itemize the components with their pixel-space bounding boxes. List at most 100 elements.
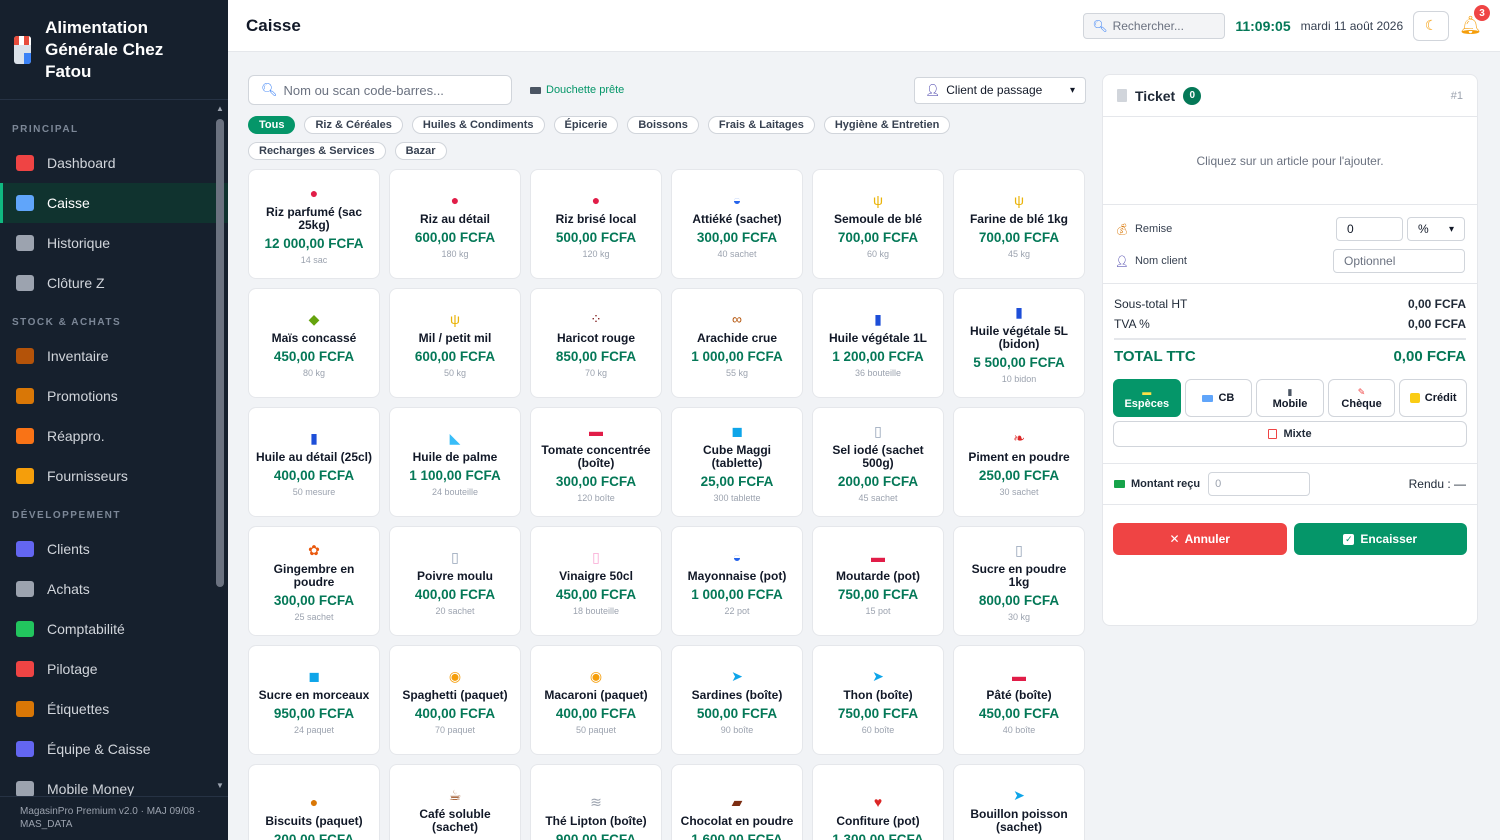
- client-select[interactable]: 👤︎ Client de passage ▾: [914, 76, 1086, 104]
- cube-icon: ◼: [731, 423, 743, 439]
- product-name: Huile de palme: [412, 449, 498, 464]
- product-card[interactable]: ▰ Chocolat en poudre 1 600,00 FCFA: [671, 764, 803, 840]
- product-card[interactable]: ➤ Sardines (boîte) 500,00 FCFA 90 boîte: [671, 645, 803, 755]
- product-name: Sucre en morceaux: [258, 687, 370, 702]
- category-chip[interactable]: Hygiène & Entretien: [823, 116, 951, 134]
- product-card[interactable]: ● Riz brisé local 500,00 FCFA 120 kg: [530, 169, 662, 279]
- remise-unit-select[interactable]: % ▾: [1407, 217, 1465, 241]
- scroll-down-icon[interactable]: ▼: [216, 782, 224, 790]
- product-card[interactable]: ▬ Moutarde (pot) 750,00 FCFA 15 pot: [812, 526, 944, 636]
- sidebar-item-historique[interactable]: Historique: [0, 223, 228, 263]
- sidebar-item-caisse[interactable]: Caisse: [0, 183, 228, 223]
- product-card[interactable]: ▬ Pâté (boîte) 450,00 FCFA 40 boîte: [953, 645, 1085, 755]
- product-price: 5 500,00 FCFA: [973, 355, 1065, 370]
- product-card[interactable]: ▯ Sel iodé (sachet 500g) 200,00 FCFA 45 sac…: [812, 407, 944, 517]
- chart-icon: [16, 155, 34, 171]
- product-card[interactable]: ▯ Vinaigre 50cl 450,00 FCFA 18 bouteille: [530, 526, 662, 636]
- scan-input[interactable]: 🔍︎ Nom ou scan code-barres...: [248, 75, 512, 105]
- sidebar-item-r-appro-[interactable]: Réappro.: [0, 416, 228, 456]
- product-price: 1 100,00 FCFA: [409, 467, 501, 483]
- search-input[interactable]: 🔍︎ Rechercher...: [1083, 12, 1226, 39]
- category-chip[interactable]: Épicerie: [553, 116, 619, 134]
- product-card[interactable]: ◒ Mayonnaise (pot) 1 000,00 FCFA 22 pot: [671, 526, 803, 636]
- product-card[interactable]: ➤ Thon (boîte) 750,00 FCFA 60 boîte: [812, 645, 944, 755]
- product-card[interactable]: ▯ Sucre en poudre 1kg 800,00 FCFA 30 kg: [953, 526, 1085, 636]
- product-stock: 45 sachet: [858, 493, 898, 503]
- product-price: 700,00 FCFA: [978, 229, 1060, 245]
- sidebar-item--tiquettes[interactable]: Étiquettes: [0, 689, 228, 729]
- checkout-button[interactable]: ✓ Encaisser: [1293, 523, 1467, 555]
- product-card[interactable]: ▮ Huile végétale 5L (bidon) 5 500,00 FCFA 1…: [953, 288, 1085, 398]
- product-card[interactable]: ▬ Tomate concentrée (boîte) 300,00 FCFA 120…: [530, 407, 662, 517]
- category-chip[interactable]: Huiles & Condiments: [411, 116, 545, 134]
- product-card[interactable]: ◼ Sucre en morceaux 950,00 FCFA 24 paquet: [248, 645, 380, 755]
- sidebar-item-pilotage[interactable]: Pilotage: [0, 649, 228, 689]
- product-card[interactable]: ◒ Attiéké (sachet) 300,00 FCFA 40 sachet: [671, 169, 803, 279]
- product-card[interactable]: ▮ Huile au détail (25cl) 400,00 FCFA 50 mes…: [248, 407, 380, 517]
- product-card[interactable]: ● Riz parfumé (sac 25kg) 12 000,00 FCFA 14 …: [248, 169, 380, 279]
- payment-card-button[interactable]: CB: [1184, 379, 1253, 417]
- product-card[interactable]: ψ Semoule de blé 700,00 FCFA 60 kg: [812, 169, 944, 279]
- product-card[interactable]: ◉ Spaghetti (paquet) 400,00 FCFA 70 paquet: [389, 645, 521, 755]
- product-card[interactable]: ▮ Huile végétale 1L 1 200,00 FCFA 36 boutei…: [812, 288, 944, 398]
- product-card[interactable]: ♥ Confiture (pot) 1 300,00 FCFA: [812, 764, 944, 840]
- product-card[interactable]: ψ Mil / petit mil 600,00 FCFA 50 kg: [389, 288, 521, 398]
- product-card[interactable]: ◣ Huile de palme 1 100,00 FCFA 24 bouteille: [389, 407, 521, 517]
- payment-credit-button[interactable]: Crédit: [1399, 379, 1467, 417]
- sidebar-scrollbar[interactable]: ▲ ▼: [216, 105, 224, 790]
- can-icon: ▬: [1012, 667, 1026, 684]
- product-name: Huile au détail (25cl): [255, 449, 373, 464]
- product-card[interactable]: ❧ Piment en poudre 250,00 FCFA 30 sachet: [953, 407, 1085, 517]
- payment-cash-button[interactable]: ▬ Espèces: [1113, 379, 1181, 417]
- product-stock: 22 pot: [724, 605, 750, 616]
- category-chip[interactable]: Recharges & Services: [248, 142, 386, 160]
- rice-icon: ●: [309, 185, 319, 201]
- sidebar-item-mobile-money[interactable]: Mobile Money: [0, 769, 228, 796]
- nav-section-label: STOCK & ACHATS: [12, 317, 122, 328]
- category-chip[interactable]: Riz & Céréales: [304, 116, 403, 134]
- product-card[interactable]: ◼ Cube Maggi (tablette) 25,00 FCFA 300 tabl…: [671, 407, 803, 517]
- barrel-icon: ▮: [310, 429, 318, 446]
- category-chip[interactable]: Boissons: [627, 116, 699, 134]
- sidebar-item-dashboard[interactable]: Dashboard: [0, 143, 228, 183]
- product-card[interactable]: ➤Bouillon poisson (sachet)50,00 FCFA: [953, 764, 1085, 840]
- notifications-button[interactable]: 🔔︎ 3: [1459, 5, 1490, 36]
- cancel-button[interactable]: ✕ Annuler: [1113, 523, 1287, 555]
- product-card[interactable]: ◆ Maïs concassé 450,00 FCFA 80 kg: [248, 288, 380, 398]
- sidebar-item-achats[interactable]: Achats: [0, 569, 228, 609]
- category-chip[interactable]: Frais & Laitages: [707, 116, 815, 134]
- product-card[interactable]: ▯ Poivre moulu 400,00 FCFA 20 sachet: [389, 526, 521, 636]
- theme-toggle-button[interactable]: ☾: [1413, 10, 1450, 41]
- category-chip[interactable]: Tous: [248, 116, 296, 134]
- product-card[interactable]: ✿ Gingembre en poudre 300,00 FCFA 25 sachet: [248, 526, 380, 636]
- users-icon: [16, 541, 34, 557]
- payment-mobile-button[interactable]: ▮ Mobile: [1256, 379, 1324, 417]
- product-card[interactable]: ψ Farine de blé 1kg 700,00 FCFA 45 kg: [953, 169, 1085, 279]
- sidebar-item-inventaire[interactable]: Inventaire: [0, 336, 228, 376]
- scroll-up-icon[interactable]: ▲: [216, 105, 224, 113]
- sidebar-item--quipe-caisse[interactable]: Équipe & Caisse: [0, 729, 228, 769]
- cheque-icon: ✎: [1357, 386, 1366, 397]
- product-name: Attiéké (sachet): [692, 211, 782, 226]
- product-card[interactable]: ● Biscuits (paquet) 200,00 FCFA: [248, 764, 380, 840]
- amount-received-input[interactable]: 0: [1208, 472, 1311, 496]
- sidebar-item-cl-ture-z[interactable]: Clôture Z: [0, 263, 228, 303]
- payment-cheque-button[interactable]: ✎ Chèque: [1327, 379, 1396, 417]
- product-card[interactable]: ☕︎Café soluble (sachet)100,00 FCFA: [389, 764, 521, 840]
- payment-mixed-button[interactable]: Mixte: [1113, 421, 1467, 447]
- product-card[interactable]: ⁘ Haricot rouge 850,00 FCFA 70 kg: [530, 288, 662, 398]
- client-name-input[interactable]: Optionnel: [1333, 249, 1465, 273]
- scrollbar-thumb[interactable]: [216, 119, 224, 587]
- sidebar-item-promotions[interactable]: Promotions: [0, 376, 228, 416]
- category-chip[interactable]: Bazar: [394, 142, 447, 160]
- product-card[interactable]: ● Riz au détail 600,00 FCFA 180 kg: [389, 169, 521, 279]
- product-card[interactable]: ◉ Macaroni (paquet) 400,00 FCFA 50 paquet: [530, 645, 662, 755]
- sidebar-item-fournisseurs[interactable]: Fournisseurs: [0, 456, 228, 496]
- sidebar-item-clients[interactable]: Clients: [0, 529, 228, 569]
- product-card[interactable]: ∞ Arachide crue 1 000,00 FCFA 55 kg: [671, 288, 803, 398]
- sidebar-item-label: Pilotage: [47, 661, 98, 677]
- product-name: Spaghetti (paquet): [402, 687, 508, 702]
- remise-input[interactable]: 0: [1336, 217, 1403, 241]
- product-card[interactable]: ≋ Thé Lipton (boîte) 900,00 FCFA: [530, 764, 662, 840]
- sidebar-item-comptabilit-[interactable]: Comptabilité: [0, 609, 228, 649]
